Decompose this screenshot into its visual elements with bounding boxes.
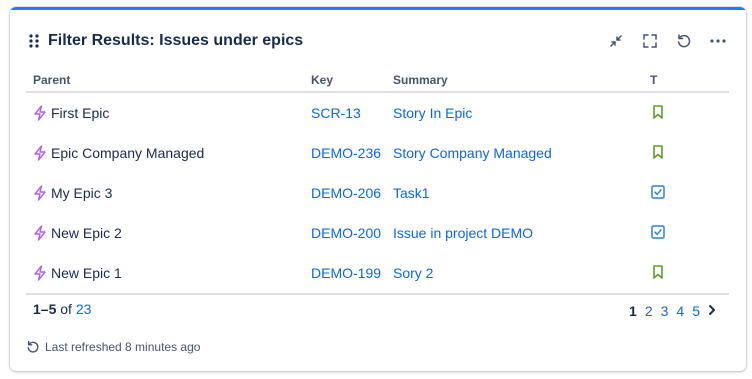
issue-type-cell (643, 133, 729, 173)
issue-type-cell (643, 92, 729, 133)
issue-summary-link[interactable]: Issue in project DEMO (393, 225, 533, 241)
result-count: 1–5 of 23 (33, 301, 91, 317)
gadget-title: Filter Results: Issues under epics (48, 32, 304, 49)
gadget-header: Filter Results: Issues under epics (28, 29, 728, 53)
story-icon (650, 264, 666, 280)
gadget-actions (606, 29, 728, 53)
table-row[interactable]: First Epic SCR-13 Story In Epic (26, 92, 729, 133)
parent-cell: New Epic 2 (26, 213, 304, 253)
table-header-row: Parent Key Summary T (26, 69, 729, 93)
parent-cell: Epic Company Managed (26, 133, 304, 173)
issue-key-link[interactable]: DEMO-206 (311, 185, 381, 201)
story-icon (650, 144, 666, 160)
issue-type-cell (643, 173, 729, 213)
page-4-link[interactable]: 4 (676, 303, 684, 319)
issue-key-cell: DEMO-236 (304, 133, 386, 173)
parent-epic-link[interactable]: First Epic (33, 105, 304, 121)
epic-icon (33, 265, 47, 281)
parent-cell: New Epic 1 (26, 253, 304, 293)
parent-name: My Epic 3 (51, 185, 113, 201)
column-header-summary[interactable]: Summary (386, 69, 643, 93)
parent-epic-link[interactable]: New Epic 1 (33, 265, 304, 281)
drag-handle-icon[interactable] (28, 33, 40, 49)
issue-key-link[interactable]: DEMO-236 (311, 145, 381, 161)
fullscreen-icon[interactable] (640, 31, 660, 51)
result-total-link[interactable]: 23 (76, 301, 92, 317)
gadget-card: Filter Results: Issues under epics Paren… (10, 7, 746, 371)
more-icon[interactable] (708, 31, 728, 51)
issue-summary-link[interactable]: Task1 (393, 185, 430, 201)
summary-cell: Task1 (386, 173, 643, 213)
summary-cell: Sory 2 (386, 253, 643, 293)
epic-icon (33, 185, 47, 201)
column-header-key[interactable]: Key (304, 69, 386, 93)
refresh-history-icon (27, 341, 39, 353)
parent-name: Epic Company Managed (51, 145, 205, 161)
result-of: of (60, 301, 72, 317)
issue-key-link[interactable]: SCR-13 (311, 105, 361, 121)
table-row[interactable]: Epic Company Managed DEMO-236 Story Compan… (26, 133, 729, 173)
task-icon (650, 224, 666, 240)
column-header-parent[interactable]: Parent (26, 69, 304, 93)
parent-epic-link[interactable]: My Epic 3 (33, 185, 304, 201)
last-refreshed: Last refreshed 8 minutes ago (26, 340, 200, 354)
refresh-icon[interactable] (674, 31, 694, 51)
result-range: 1–5 (33, 301, 57, 317)
issue-type-cell (643, 253, 729, 293)
summary-cell: Story In Epic (386, 92, 643, 133)
minimize-icon[interactable] (606, 31, 626, 51)
issue-type-cell (643, 213, 729, 253)
issue-key-link[interactable]: DEMO-200 (311, 225, 381, 241)
issue-key-link[interactable]: DEMO-199 (311, 265, 381, 281)
parent-name: New Epic 2 (51, 225, 122, 241)
parent-name: First Epic (51, 105, 110, 121)
issue-summary-link[interactable]: Sory 2 (393, 265, 433, 281)
pagination: 12345 (629, 303, 716, 319)
epic-icon (33, 225, 47, 241)
page-3-link[interactable]: 3 (661, 303, 669, 319)
summary-cell: Issue in project DEMO (386, 213, 643, 253)
story-icon (650, 104, 666, 120)
epic-icon (33, 105, 47, 121)
issue-summary-link[interactable]: Story Company Managed (393, 145, 552, 161)
issue-summary-link[interactable]: Story In Epic (393, 105, 472, 121)
parent-epic-link[interactable]: New Epic 2 (33, 225, 304, 241)
issue-key-cell: DEMO-200 (304, 213, 386, 253)
table-row[interactable]: My Epic 3 DEMO-206 Task1 (26, 173, 729, 213)
parent-cell: First Epic (26, 92, 304, 133)
column-header-type[interactable]: T (643, 69, 729, 93)
parent-cell: My Epic 3 (26, 173, 304, 213)
page-5-link[interactable]: 5 (692, 303, 700, 319)
parent-epic-link[interactable]: Epic Company Managed (33, 145, 304, 161)
task-icon (650, 184, 666, 200)
gadget-accent-bar (10, 7, 746, 10)
parent-name: New Epic 1 (51, 265, 122, 281)
table-row[interactable]: New Epic 1 DEMO-199 Sory 2 (26, 253, 729, 293)
issue-key-cell: SCR-13 (304, 92, 386, 133)
page-2-link[interactable]: 2 (645, 303, 653, 319)
last-refreshed-text: Last refreshed 8 minutes ago (45, 340, 201, 354)
issue-key-cell: DEMO-206 (304, 173, 386, 213)
issue-key-cell: DEMO-199 (304, 253, 386, 293)
page-1-link[interactable]: 1 (629, 303, 637, 319)
table-row[interactable]: New Epic 2 DEMO-200 Issue in project DEMO (26, 213, 729, 253)
results-table: Parent Key Summary T First Epic SCR-13 Sto… (26, 69, 729, 293)
summary-cell: Story Company Managed (386, 133, 643, 173)
next-page-icon[interactable] (708, 303, 716, 319)
table-footer-divider (26, 293, 729, 295)
epic-icon (33, 145, 47, 161)
